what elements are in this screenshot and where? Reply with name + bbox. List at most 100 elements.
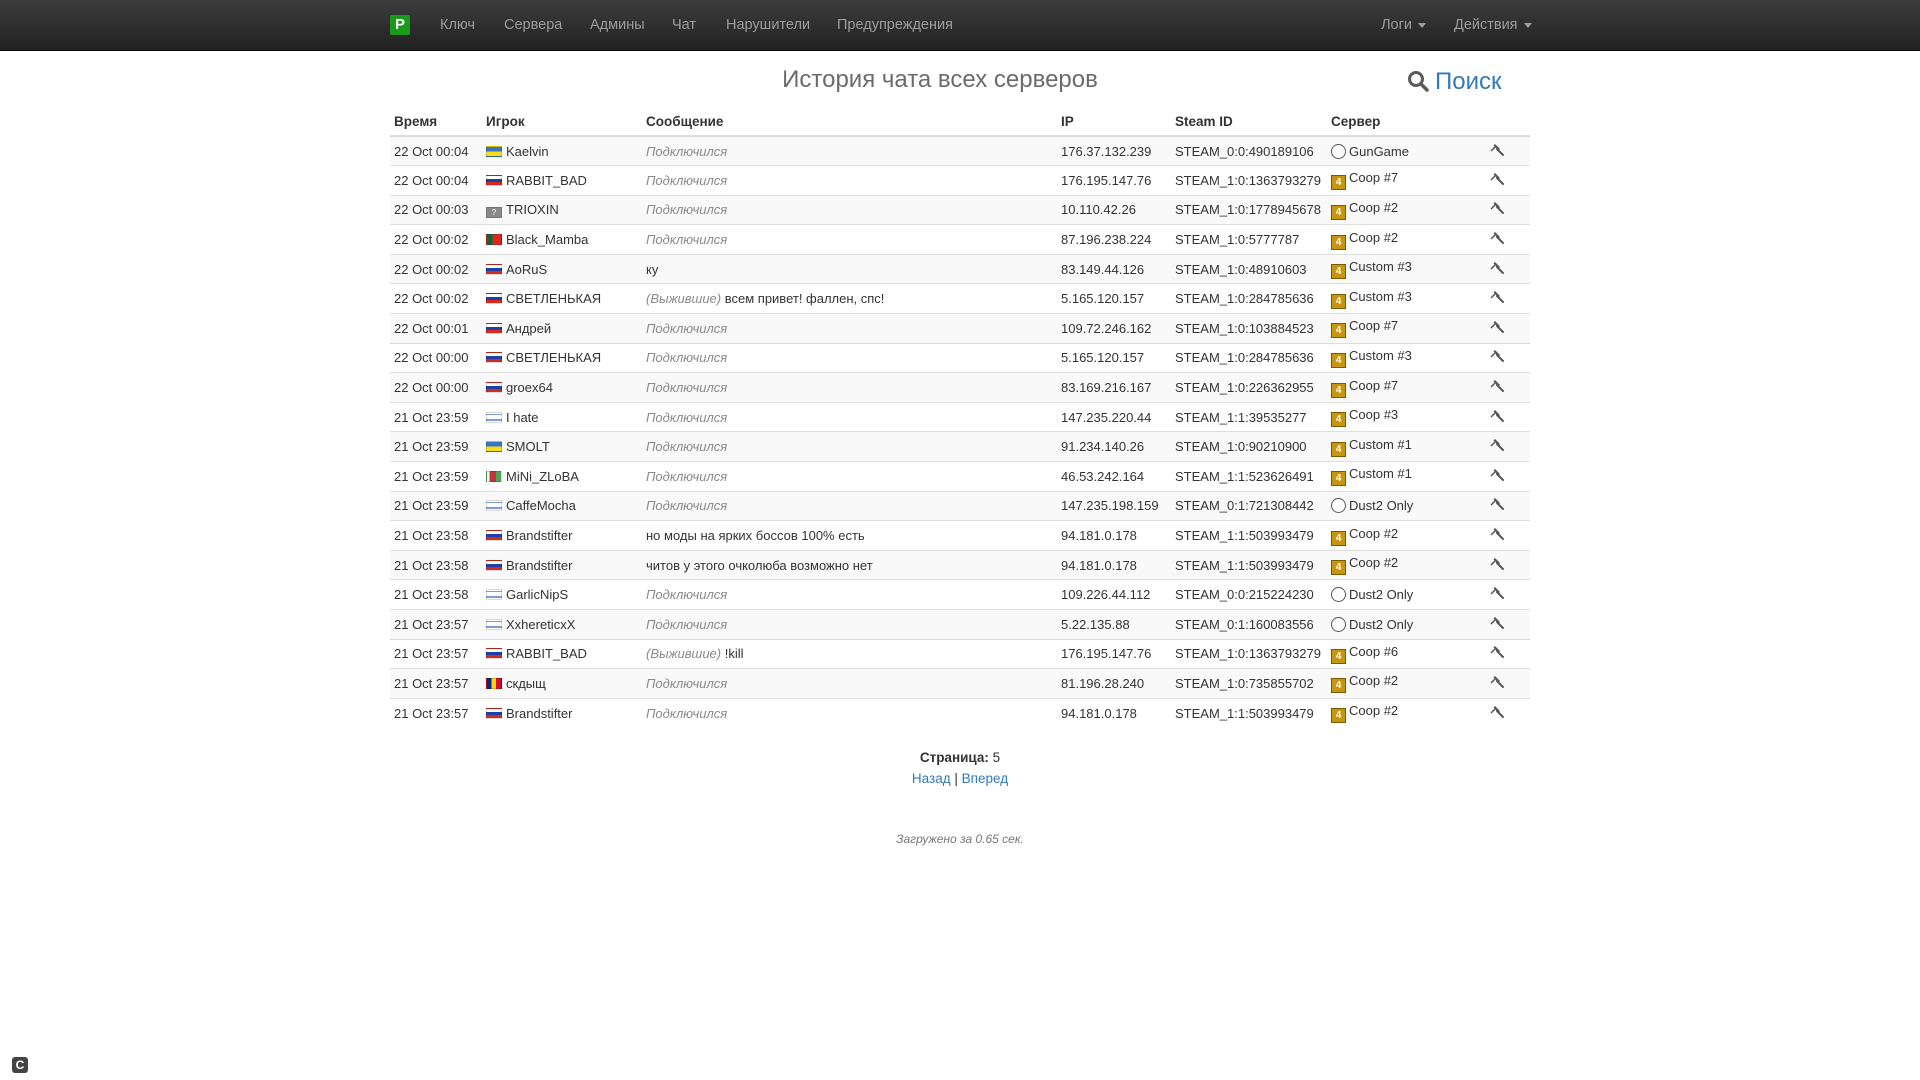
next-page-link[interactable]: Вперед [962,771,1008,786]
status-message: Подключился [646,350,728,366]
server-name[interactable]: Coop #2 [1349,230,1398,245]
server-name[interactable]: Dust2 Only [1349,617,1413,632]
player-name[interactable]: Brandstifter [506,558,572,573]
nav-item-warnings[interactable]: Предупреждения [837,0,953,50]
player-name[interactable]: СВЕТЛЕНЬКАЯ [506,350,601,365]
country-flag-icon [486,382,502,394]
player-name[interactable]: AoRuS [506,262,547,277]
player-name[interactable]: RABBIT_BAD [506,646,587,661]
ban-hammer-icon[interactable] [1489,585,1505,604]
player-name[interactable]: GarlicNipS [506,587,568,602]
message-cell: Подключился [642,342,1057,373]
player-name[interactable]: Black_Mamba [506,232,588,247]
server-name[interactable]: Coop #3 [1349,407,1398,422]
column-header-player[interactable]: Игрок [482,107,642,137]
player-name[interactable]: XxhereticxX [506,617,575,632]
ban-hammer-icon[interactable] [1489,319,1505,338]
server-name[interactable]: Coop #7 [1349,378,1398,393]
player-name[interactable]: CaffeMocha [506,498,576,513]
server-name[interactable]: Coop #2 [1349,555,1398,570]
table-row: 21 Oct 23:59 SMOLT Подключился 91.234.140.2… [390,431,1530,462]
ban-hammer-icon[interactable] [1489,408,1505,427]
player-name[interactable]: Brandstifter [506,706,572,721]
nav-item-admins[interactable]: Админы [590,0,645,50]
player-name[interactable]: RABBIT_BAD [506,173,587,188]
column-header-steam-id[interactable]: Steam ID [1171,107,1327,137]
server-name[interactable]: Custom #1 [1349,437,1412,452]
column-header-message[interactable]: Сообщение [642,107,1057,137]
nav-item-chat[interactable]: Чат [672,0,696,50]
ban-hammer-icon[interactable] [1489,378,1505,397]
player-name[interactable]: groex64 [506,380,553,395]
ban-hammer-icon[interactable] [1489,556,1505,575]
ban-hammer-icon[interactable] [1489,526,1505,545]
status-message: Подключился [646,439,728,455]
player-name[interactable]: Brandstifter [506,528,572,543]
actions-cell [1485,165,1530,196]
player-name[interactable]: SMOLT [506,439,550,454]
pagination-separator: | [954,771,958,786]
brand-logo[interactable]: P [390,15,410,35]
server-name[interactable]: Dust2 Only [1349,587,1413,602]
nav-item-key[interactable]: Ключ [440,0,475,50]
column-header-ip[interactable]: IP [1057,107,1171,137]
ban-hammer-icon[interactable] [1489,467,1505,486]
ban-hammer-icon[interactable] [1489,230,1505,249]
nav-dropdown-logs[interactable]: Логи [1381,0,1426,50]
column-header-time[interactable]: Время [390,107,482,137]
cs-game-icon [1331,143,1346,159]
ban-hammer-icon[interactable] [1489,496,1505,515]
server-name[interactable]: Coop #2 [1349,200,1398,215]
server-name[interactable]: GunGame [1349,144,1409,159]
player-name[interactable]: Kaelvin [506,144,549,159]
ip-cell: 176.37.132.239 [1057,135,1171,166]
ban-hammer-icon[interactable] [1489,704,1505,723]
ban-hammer-icon[interactable] [1489,437,1505,456]
ban-hammer-icon[interactable] [1489,674,1505,693]
nav-dropdown-actions[interactable]: Действия [1454,0,1532,50]
nav-item-violators[interactable]: Нарушители [726,0,810,50]
ban-hammer-icon[interactable] [1489,142,1505,161]
server-name[interactable]: Coop #2 [1349,673,1398,688]
player-cell: RABBIT_BAD [482,638,642,669]
player-cell: CaffeMocha [482,490,642,521]
ban-hammer-icon[interactable] [1489,348,1505,367]
server-name[interactable]: Custom #3 [1349,348,1412,363]
ban-hammer-icon[interactable] [1489,171,1505,190]
time-cell: 22 Oct 00:04 [390,135,482,166]
server-name[interactable]: Coop #2 [1349,526,1398,541]
server-name[interactable]: Coop #7 [1349,170,1398,185]
server-name[interactable]: Coop #7 [1349,318,1398,333]
status-message: Подключился [646,202,728,218]
message-cell: Подключился [642,579,1057,610]
player-name[interactable]: Андрей [506,321,551,336]
server-name[interactable]: Custom #3 [1349,259,1412,274]
ban-hammer-icon[interactable] [1489,260,1505,279]
server-name[interactable]: Coop #2 [1349,703,1398,718]
ban-hammer-icon[interactable] [1489,289,1505,308]
search-button[interactable]: Поиск [1407,68,1502,96]
column-header-server[interactable]: Сервер [1327,107,1485,137]
server-name[interactable]: Custom #3 [1349,289,1412,304]
server-name[interactable]: Dust2 Only [1349,498,1413,513]
nav-item-servers[interactable]: Сервера [504,0,562,50]
extension-icon[interactable]: C [12,1057,28,1073]
player-name[interactable]: I hate [506,410,539,425]
status-message: Подключился [646,675,728,691]
ip-cell: 91.234.140.26 [1057,431,1171,462]
country-flag-icon [486,145,502,157]
country-flag-icon: ? [486,206,502,218]
prev-page-link[interactable]: Назад [912,771,951,786]
player-name[interactable]: скдыщ [506,676,546,691]
ban-hammer-icon[interactable] [1489,644,1505,663]
ban-hammer-icon[interactable] [1489,200,1505,219]
ban-hammer-icon[interactable] [1489,615,1505,634]
steam-id-cell: STEAM_1:1:523626491 [1171,461,1327,492]
column-header-actions [1485,107,1530,137]
server-name[interactable]: Coop #6 [1349,644,1398,659]
player-name[interactable]: TRIOXIN [506,202,559,217]
ip-cell: 83.149.44.126 [1057,253,1171,284]
server-name[interactable]: Custom #1 [1349,466,1412,481]
player-name[interactable]: MiNi_ZLoBA [506,469,579,484]
player-name[interactable]: СВЕТЛЕНЬКАЯ [506,291,601,306]
